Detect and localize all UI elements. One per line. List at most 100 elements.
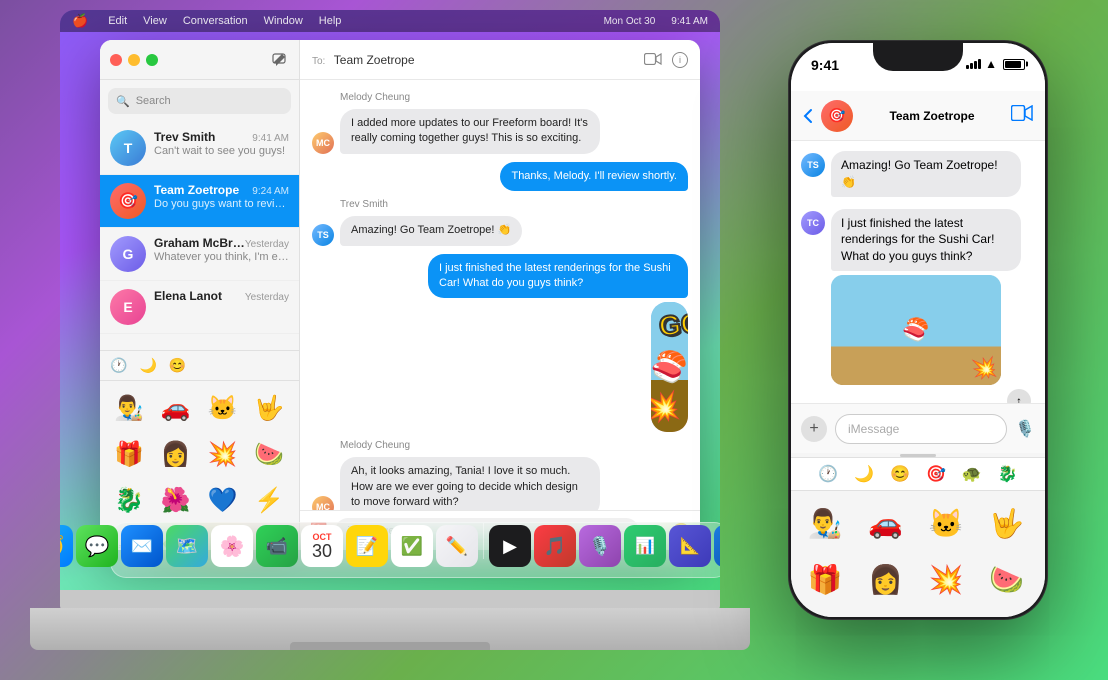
sticker-tab-recent[interactable]: 🕐 <box>110 357 127 374</box>
iph-bubble-1: Amazing! Go Team Zoetrope! 👏 <box>831 151 1021 197</box>
dock-freeform[interactable]: ✏️ <box>436 525 478 567</box>
iph-tab-moon[interactable]: 🌙 <box>854 464 874 484</box>
message-row-3: TS Amazing! Go Team Zoetrope! 👏 <box>312 216 688 245</box>
zoom-button[interactable] <box>146 54 158 66</box>
sidebar-titlebar <box>100 40 299 80</box>
close-button[interactable] <box>110 54 122 66</box>
conv-info-graham: Graham McBride Yesterday Whatever you th… <box>154 236 289 263</box>
conversation-trev[interactable]: T Trev Smith 9:41 AM Can't wait to see y… <box>100 122 299 175</box>
dock: 🧭 💬 ✉️ 🗺️ 🌸 📹 OCT <box>90 516 720 578</box>
conv-time-elena: Yesterday <box>245 292 289 303</box>
dock-numbers[interactable]: 📊 <box>624 525 666 567</box>
conversation-graham[interactable]: G Graham McBride Yesterday Whatever you … <box>100 228 299 281</box>
avatar-melody: MC <box>312 132 334 154</box>
bubble-3: Amazing! Go Team Zoetrope! 👏 <box>340 216 522 245</box>
dock-music[interactable]: 🎵 <box>534 525 576 567</box>
dock-notes[interactable]: 📝 <box>346 525 388 567</box>
conv-preview-team: Do you guys want to review all the rende… <box>154 198 289 210</box>
menu-help[interactable]: Help <box>319 15 342 27</box>
iph-tab-dragon[interactable]: 🐉 <box>998 464 1018 484</box>
battery-fill <box>1005 61 1021 68</box>
sender-melody-2: Melody Cheung <box>340 440 688 451</box>
dock-appletv[interactable]: ▶ <box>489 525 531 567</box>
iph-sticker-boom[interactable]: 💥 <box>920 553 972 605</box>
iph-sticker-person[interactable]: 👨‍🎨 <box>799 497 851 549</box>
dock-mail[interactable]: ✉️ <box>121 525 163 567</box>
iph-sticker-person2[interactable]: 👩 <box>860 553 912 605</box>
macbook-base-notch <box>290 642 490 650</box>
menu-window[interactable]: Window <box>264 15 303 27</box>
conversation-elena[interactable]: E Elena Lanot Yesterday <box>100 281 299 334</box>
dock-facetime[interactable]: 📹 <box>256 525 298 567</box>
iphone-messages: TS Amazing! Go Team Zoetrope! 👏 TC I jus… <box>791 141 1045 403</box>
iph-tab-clock[interactable]: 🕐 <box>818 464 838 484</box>
sticker-zoom[interactable]: 💥 <box>202 433 244 475</box>
iph-input-field[interactable]: iMessage <box>835 414 1007 444</box>
conv-time-graham: Yesterday <box>245 239 289 250</box>
iph-tab-smile[interactable]: 😊 <box>890 464 910 484</box>
sticker-person2[interactable]: 👩 <box>155 433 197 475</box>
sticker-car[interactable]: 🚗 <box>155 387 197 429</box>
sticker-watermelon[interactable]: 🍉 <box>248 433 290 475</box>
sticker-tab-emoji[interactable]: 😊 <box>169 357 186 374</box>
iph-add-button[interactable]: + <box>801 416 827 442</box>
bubble-2: Thanks, Melody. I'll review shortly. <box>500 162 688 191</box>
dock-appstore[interactable]: A <box>714 525 720 567</box>
iphone: 9:41 ▲ 🎯 <box>788 40 1048 620</box>
sticker-flower[interactable]: 🌺 <box>155 479 197 521</box>
conv-time-team: 9:24 AM <box>252 186 289 197</box>
iphone-back-button[interactable] <box>803 108 813 124</box>
dock-photos[interactable]: 🌸 <box>211 525 253 567</box>
iph-sticker-grid: 👨‍🎨 🚗 🐱 🤟 🎁 👩 💥 🍉 <box>791 491 1045 611</box>
iph-sticker-car[interactable]: 🚗 <box>860 497 912 549</box>
message-group-1: Melody Cheung MC I added more updates to… <box>312 92 688 154</box>
conversation-list: T Trev Smith 9:41 AM Can't wait to see y… <box>100 122 299 350</box>
signal-bar-1 <box>966 65 969 69</box>
dock-messages[interactable]: 💬 <box>76 525 118 567</box>
sticker-cat[interactable]: 🐱 <box>202 387 244 429</box>
conv-preview-trev: Can't wait to see you guys! <box>154 145 289 157</box>
dock-safari[interactable]: 🧭 <box>60 525 73 567</box>
iph-sticker-watermelon[interactable]: 🍉 <box>981 553 1033 605</box>
sticker-dragon[interactable]: 🐉 <box>108 479 150 521</box>
dock-calendar[interactable]: OCT 30 <box>301 525 343 567</box>
dock-separator <box>483 523 484 559</box>
menu-view[interactable]: View <box>143 15 167 27</box>
iph-audio-button[interactable]: 🎙️ <box>1015 419 1035 439</box>
iph-sticker-gift[interactable]: 🎁 <box>799 553 851 605</box>
iphone-video-button[interactable] <box>1011 105 1033 126</box>
menu-edit[interactable]: Edit <box>108 15 127 27</box>
iph-share-button[interactable]: ↑ <box>1007 389 1031 403</box>
sticker-hand[interactable]: 🤟 <box>248 387 290 429</box>
menu-conversation[interactable]: Conversation <box>183 15 248 27</box>
sticker-tab-moon[interactable]: 🌙 <box>139 357 156 374</box>
info-icon[interactable]: i <box>672 52 688 68</box>
iph-tab-turtle[interactable]: 🐢 <box>962 464 982 484</box>
chat-recipient-display: To: Team Zoetrope <box>312 51 415 69</box>
dock-keynote[interactable]: 📐 <box>669 525 711 567</box>
message-group-2: Thanks, Melody. I'll review shortly. <box>312 162 688 191</box>
conversation-team[interactable]: 🎯 Team Zoetrope 9:24 AM Do you guys want… <box>100 175 299 228</box>
dock-maps[interactable]: 🗺️ <box>166 525 208 567</box>
conv-time-trev: 9:41 AM <box>252 133 289 144</box>
iph-sticker-hand[interactable]: 🤟 <box>981 497 1033 549</box>
signal-bar-2 <box>970 63 973 69</box>
messages-sidebar: 🔍 Search T Trev Smith 9:41 AM Can't wait… <box>100 40 300 550</box>
dock-podcasts[interactable]: 🎙️ <box>579 525 621 567</box>
dock-reminders[interactable]: ✅ <box>391 525 433 567</box>
sticker-heart[interactable]: 💙 <box>202 479 244 521</box>
iph-tab-target[interactable]: 🎯 <box>926 464 946 484</box>
iphone-chat-name: Team Zoetrope <box>889 109 974 123</box>
iph-sticker-cat[interactable]: 🐱 <box>920 497 972 549</box>
compose-button[interactable] <box>269 50 289 70</box>
sender-trev: Trev Smith <box>340 199 688 210</box>
macbook-base <box>30 608 750 650</box>
search-bar[interactable]: 🔍 Search <box>108 88 291 114</box>
sticker-person[interactable]: 👨‍🎨 <box>108 387 150 429</box>
minimize-button[interactable] <box>128 54 140 66</box>
video-call-icon[interactable] <box>644 52 662 68</box>
sticker-gift[interactable]: 🎁 <box>108 433 150 475</box>
apple-menu[interactable]: 🍎 <box>72 13 88 29</box>
iph-avatar-ts: TS <box>801 153 825 177</box>
sticker-lightning[interactable]: ⚡ <box>248 479 290 521</box>
